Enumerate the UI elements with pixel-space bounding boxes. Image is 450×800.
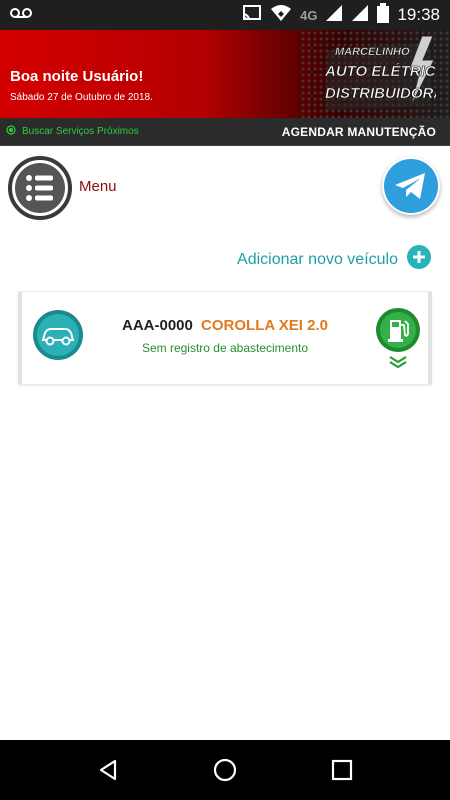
signal-icon bbox=[325, 4, 343, 27]
vehicle-title: AAA-0000 COROLLA XEI 2.0 bbox=[22, 317, 428, 334]
brand-logo-graphic: MARCELINHO AUTO ELÉTRICA DISTRIBUIDORA bbox=[324, 35, 447, 110]
vehicle-plate: AAA-0000 bbox=[121, 317, 193, 334]
menu-button[interactable] bbox=[8, 156, 72, 220]
plus-circle-icon bbox=[406, 244, 432, 275]
brand-logo: MARCELINHO AUTO ELÉTRICA DISTRIBUIDORA bbox=[321, 35, 447, 112]
home-icon bbox=[213, 758, 237, 782]
logo-line-1: MARCELINHO bbox=[335, 46, 410, 58]
nearby-services-link[interactable]: Buscar Serviços Próximos bbox=[6, 125, 139, 138]
voicemail-icon bbox=[10, 6, 32, 24]
menu-list-icon bbox=[8, 156, 72, 220]
nearby-services-label: Buscar Serviços Próximos bbox=[22, 126, 139, 137]
app-screen: 4G 19:38 Boa noite Usuário! Sábado 27 de… bbox=[0, 0, 450, 800]
back-icon bbox=[100, 759, 117, 781]
add-vehicle-label: Adicionar novo veículo bbox=[237, 250, 398, 268]
signal-icon bbox=[351, 4, 369, 27]
telegram-icon bbox=[384, 159, 438, 213]
status-bar: 4G 19:38 bbox=[0, 0, 450, 30]
network-type: 4G bbox=[300, 7, 318, 23]
clock: 19:38 bbox=[397, 5, 440, 24]
app-header: Boa noite Usuário! Sábado 27 de Outubro … bbox=[0, 30, 450, 118]
recents-button[interactable] bbox=[322, 750, 362, 790]
vehicle-card[interactable]: AAA-0000 COROLLA XEI 2.0 Sem registro de… bbox=[18, 291, 432, 385]
home-button[interactable] bbox=[205, 750, 245, 790]
recents-icon bbox=[331, 759, 352, 781]
back-button[interactable] bbox=[88, 750, 128, 790]
chevron-down-double-icon[interactable] bbox=[388, 355, 408, 369]
date-text: Sábado 27 de Outubro de 2018. bbox=[10, 92, 153, 103]
system-navbar bbox=[0, 740, 450, 800]
greeting-text: Boa noite Usuário! bbox=[10, 68, 144, 85]
radio-dot-icon bbox=[6, 125, 16, 138]
fuel-pump-icon[interactable] bbox=[374, 306, 422, 354]
logo-line-2: AUTO ELÉTRICA bbox=[324, 63, 436, 80]
menu-label[interactable]: Menu bbox=[79, 178, 117, 195]
battery-icon bbox=[377, 2, 390, 28]
schedule-maintenance-button[interactable]: AGENDAR MANUTENÇÃO bbox=[282, 125, 436, 139]
logo-line-3: DISTRIBUIDORA bbox=[325, 85, 436, 102]
action-subbar: Buscar Serviços Próximos AGENDAR MANUTEN… bbox=[0, 118, 450, 146]
add-vehicle-button[interactable]: Adicionar novo veículo bbox=[237, 244, 432, 275]
fuel-status-text: Sem registro de abastecimento bbox=[141, 341, 309, 355]
cast-icon bbox=[242, 4, 262, 26]
wifi-icon bbox=[270, 4, 292, 27]
vehicle-model: COROLLA XEI 2.0 bbox=[201, 317, 328, 334]
telegram-button[interactable] bbox=[382, 157, 440, 215]
